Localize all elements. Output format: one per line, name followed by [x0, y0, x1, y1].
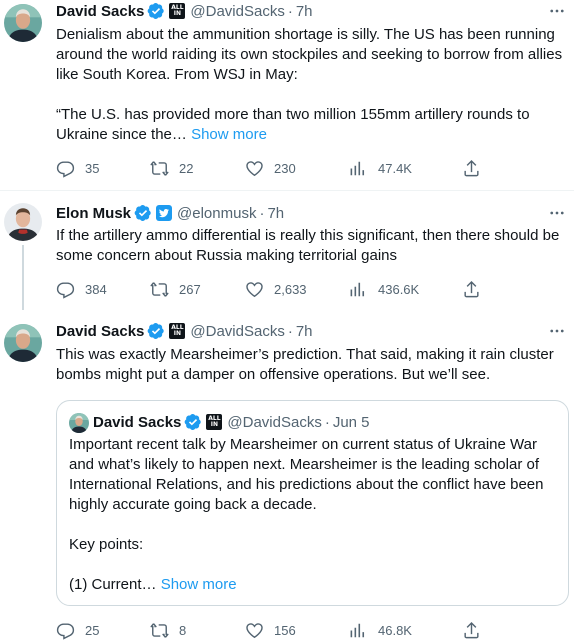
tweet-text: Denialism about the ammunition shortage …	[56, 25, 571, 145]
tweet[interactable]: David Sacks ALL IN @DavidSacks · 7h Denia…	[0, 0, 574, 190]
views-button[interactable]: 436.6K	[349, 279, 419, 299]
retweet-button[interactable]: 8	[150, 620, 186, 640]
reply-icon	[56, 621, 75, 640]
retweet-count: 8	[179, 622, 187, 638]
author-name[interactable]: Elon Musk	[56, 205, 131, 222]
like-icon	[245, 159, 264, 178]
share-button[interactable]	[462, 158, 481, 178]
tweet-text: This was exactly Mearsheimer’s predictio…	[56, 346, 558, 383]
more-options-icon[interactable]	[548, 322, 566, 340]
reply-button[interactable]: 384	[56, 279, 107, 299]
thread-line	[22, 245, 24, 310]
retweet-count: 267	[179, 281, 201, 297]
like-icon	[245, 280, 264, 299]
separator: ·	[287, 2, 293, 20]
reply-button[interactable]: 25	[56, 620, 99, 640]
quoted-timestamp: Jun 5	[332, 413, 370, 431]
show-more-link[interactable]: Show more	[191, 126, 267, 143]
tweet-header: Elon Musk @elonmusk · 7h	[56, 202, 284, 224]
affiliate-badge-icon[interactable]: ALL IN	[169, 3, 186, 19]
quoted-author-name: David Sacks	[93, 413, 182, 431]
quoted-body: Important recent talk by Mearsheimer on …	[69, 436, 544, 593]
like-button[interactable]: 2,633	[245, 279, 307, 299]
reply-count: 384	[85, 281, 107, 297]
timestamp[interactable]: 7h	[267, 205, 284, 222]
retweet-icon	[150, 280, 169, 299]
quoted-author-handle: @DavidSacks	[227, 413, 322, 431]
avatar[interactable]	[4, 203, 42, 241]
author-handle[interactable]: @elonmusk	[177, 205, 256, 222]
views-icon	[349, 159, 368, 178]
author-handle[interactable]: @DavidSacks	[190, 323, 284, 340]
timestamp[interactable]: 7h	[296, 323, 313, 340]
reply-icon	[56, 159, 75, 178]
action-bar: 35 22 230 47.4K	[56, 158, 476, 178]
reply-count: 25	[85, 622, 100, 638]
tweet-header: David Sacks ALL IN @DavidSacks · 7h	[56, 320, 313, 342]
views-count: 46.8K	[378, 622, 412, 638]
like-count: 2,633	[274, 281, 307, 297]
twitter-affiliate-badge-icon[interactable]	[156, 205, 173, 221]
quoted-text: Important recent talk by Mearsheimer on …	[69, 435, 559, 595]
more-options-icon[interactable]	[548, 2, 566, 20]
like-button[interactable]: 230	[245, 158, 296, 178]
views-icon	[349, 280, 368, 299]
separator: ·	[324, 413, 330, 431]
tweet-header: David Sacks ALL IN @DavidSacks · 7h	[56, 0, 313, 22]
views-count: 47.4K	[378, 160, 412, 176]
share-icon	[462, 280, 481, 299]
verified-badge-icon	[184, 413, 202, 431]
separator: ·	[259, 204, 265, 222]
reply-count: 35	[85, 160, 100, 176]
verified-badge-icon	[134, 204, 152, 222]
reply-icon	[56, 280, 75, 299]
quoted-header: David Sacks ALL IN @DavidSacks · Jun 5	[93, 411, 370, 433]
share-icon	[462, 159, 481, 178]
views-icon	[349, 621, 368, 640]
affiliate-badge-icon: ALL IN	[206, 414, 223, 430]
timestamp[interactable]: 7h	[296, 3, 313, 20]
quoted-avatar	[69, 413, 89, 433]
share-icon	[462, 621, 481, 640]
views-count: 436.6K	[378, 281, 420, 297]
separator: ·	[287, 322, 293, 340]
quoted-tweet[interactable]: David Sacks ALL IN @DavidSacks · Jun 5 Im…	[56, 400, 569, 606]
like-icon	[245, 621, 264, 640]
divider	[0, 190, 574, 191]
tweet-text: If the artillery ammo differential is re…	[56, 227, 564, 264]
avatar[interactable]	[4, 4, 42, 42]
like-count: 156	[274, 622, 296, 638]
author-name[interactable]: David Sacks	[56, 3, 144, 20]
show-more-link[interactable]: Show more	[161, 576, 237, 593]
affiliate-badge-icon[interactable]: ALL IN	[169, 323, 186, 339]
retweet-button[interactable]: 22	[150, 158, 193, 178]
retweet-button[interactable]: 267	[150, 279, 201, 299]
verified-badge-icon	[147, 322, 165, 340]
retweet-icon	[150, 159, 169, 178]
verified-badge-icon	[147, 2, 165, 20]
share-button[interactable]	[462, 279, 481, 299]
action-bar: 25 8 156 46.8K	[56, 620, 476, 640]
like-button[interactable]: 156	[245, 620, 296, 640]
reply-button[interactable]: 35	[56, 158, 99, 178]
tweet[interactable]: Elon Musk @elonmusk · 7h If the artiller…	[0, 200, 574, 310]
views-button[interactable]: 46.8K	[349, 620, 412, 640]
avatar[interactable]	[4, 324, 42, 362]
author-handle[interactable]: @DavidSacks	[190, 3, 284, 20]
retweet-icon	[150, 621, 169, 640]
more-options-icon[interactable]	[548, 204, 566, 222]
tweet-body: Denialism about the ammunition shortage …	[56, 26, 563, 143]
like-count: 230	[274, 160, 296, 176]
author-name[interactable]: David Sacks	[56, 323, 144, 340]
views-button[interactable]: 47.4K	[349, 158, 412, 178]
action-bar: 384 267 2,633 436.6K	[56, 279, 476, 299]
retweet-count: 22	[179, 160, 194, 176]
share-button[interactable]	[462, 620, 481, 640]
